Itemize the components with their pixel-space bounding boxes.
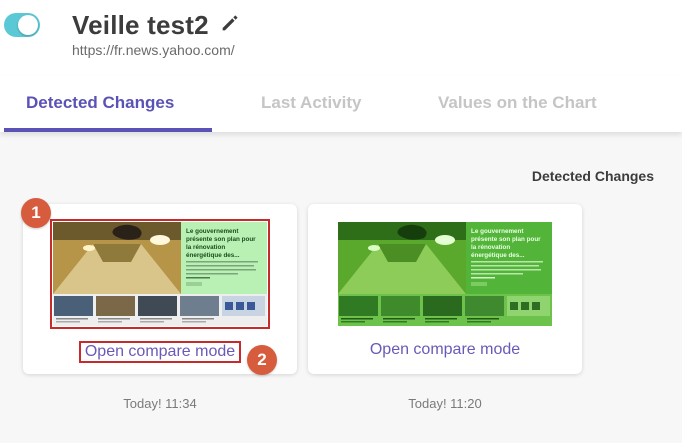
changes-panel: Detected Changes Le gouvernement présent…: [0, 132, 682, 443]
step-callout-1: 1: [21, 198, 51, 228]
tab-last-activity[interactable]: Last Activity: [261, 93, 361, 113]
step-callout-2: 2: [247, 345, 277, 375]
preview-headline-line: Le gouvernement: [186, 228, 239, 235]
tab-values-on-the-chart[interactable]: Values on the Chart: [438, 93, 597, 113]
preview-headline-line: présente son plan pour: [186, 236, 256, 243]
preview-headline-line: énergétique des...: [471, 252, 525, 259]
active-tab-indicator: [4, 128, 212, 132]
compare-link-label: Open compare mode: [369, 341, 521, 358]
open-compare-mode-link[interactable]: Open compare mode: [308, 341, 582, 359]
screenshot-thumbnail[interactable]: Le gouvernement présente son plan pour l…: [50, 219, 270, 329]
tab-detected-changes[interactable]: Detected Changes: [26, 93, 174, 113]
change-card[interactable]: Le gouvernement présente son plan pour l…: [308, 204, 582, 374]
preview-headline-line: Le gouvernement: [471, 228, 524, 235]
preview-headline-line: présente son plan pour: [471, 236, 541, 243]
edit-pencil-icon[interactable]: [219, 12, 241, 34]
preview-headline-line: la rénovation: [186, 244, 225, 251]
monitored-url: https://fr.news.yahoo.com/: [72, 42, 235, 58]
change-timestamp: Today! 11:20: [408, 396, 482, 411]
preview-headline-line: la rénovation: [471, 244, 510, 251]
toggle-knob: [18, 15, 38, 35]
compare-link-label: Open compare mode: [78, 341, 242, 363]
section-heading: Detected Changes: [531, 168, 654, 184]
preview-headline-line: énergétique des...: [186, 252, 240, 259]
page-title: Veille test2: [72, 10, 209, 40]
tab-bar: Detected Changes Last Activity Values on…: [0, 76, 682, 132]
monitor-toggle[interactable]: [4, 13, 40, 37]
screenshot-thumbnail[interactable]: Le gouvernement présente son plan pour l…: [338, 222, 552, 326]
change-timestamp: Today! 11:34: [123, 396, 197, 411]
